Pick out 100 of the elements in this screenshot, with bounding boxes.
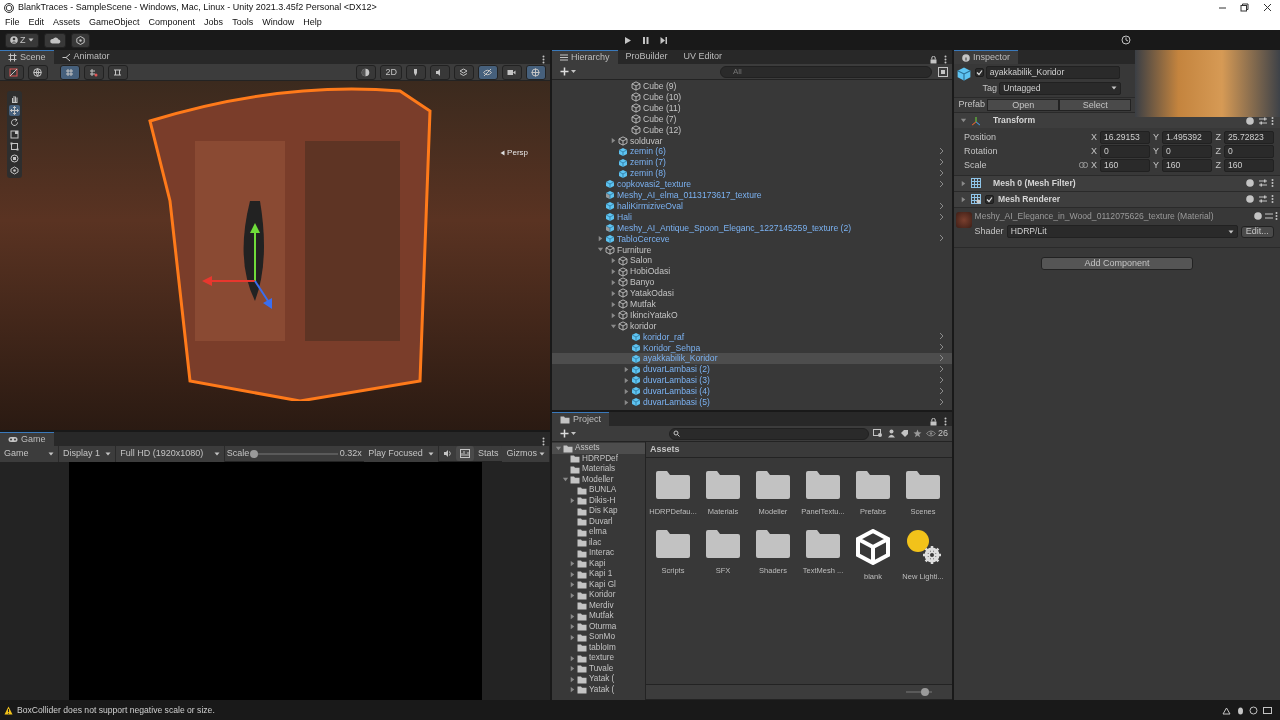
expand-arrow-icon[interactable]: [569, 665, 576, 673]
prefab-button[interactable]: Open: [987, 99, 1060, 111]
panel-tab[interactable]: Animator: [53, 50, 118, 64]
folder-tree-row[interactable]: Modeller: [552, 474, 645, 485]
expand-arrow-icon[interactable]: [569, 675, 576, 683]
visibility-button[interactable]: [478, 64, 498, 80]
window-icon[interactable]: [1262, 705, 1272, 715]
folder-tree-row[interactable]: Merdiv: [552, 600, 645, 611]
active-checkbox[interactable]: [974, 68, 984, 78]
folder-icon[interactable]: [905, 470, 941, 500]
folder-tree-row[interactable]: Oturma: [552, 621, 645, 632]
expand-arrow-icon[interactable]: [623, 398, 630, 406]
more-options-icon[interactable]: [1271, 179, 1274, 187]
folder-tree-row[interactable]: Yatak (: [552, 684, 645, 695]
shading-button[interactable]: [356, 64, 377, 80]
expand-arrow-icon[interactable]: [569, 581, 576, 589]
folder-tree-row[interactable]: Koridor: [552, 590, 645, 601]
expand-arrow-icon[interactable]: [960, 195, 967, 203]
shader-dropdown[interactable]: HDRP/Lit: [1006, 225, 1239, 239]
expand-arrow-icon[interactable]: [569, 623, 576, 631]
more-options-icon[interactable]: [1271, 116, 1274, 125]
expand-arrow-icon[interactable]: [562, 476, 569, 484]
more-options-icon[interactable]: [944, 417, 947, 426]
folder-tree-row[interactable]: Dis Kap: [552, 506, 645, 517]
scale-tool-icon[interactable]: [9, 129, 20, 140]
folder-tree-row[interactable]: texture: [552, 653, 645, 664]
hierarchy-row[interactable]: copkovasi2_texture: [552, 179, 952, 190]
menu-item[interactable]: Tools: [232, 15, 254, 30]
menu-item[interactable]: Window: [262, 15, 295, 30]
stats-toggle-button[interactable]: [455, 446, 474, 461]
pause-icon[interactable]: [640, 35, 650, 45]
expand-arrow-icon[interactable]: [610, 278, 617, 286]
hierarchy-row[interactable]: Mutfak: [552, 298, 952, 310]
menu-item[interactable]: Component: [148, 15, 196, 30]
status-message[interactable]: BoxCollider does not support negative scale or size.: [17, 703, 215, 717]
hierarchy-row[interactable]: YatakOdasi: [552, 287, 952, 299]
expand-arrow-icon[interactable]: [610, 289, 617, 297]
help-icon[interactable]: [1246, 116, 1254, 125]
menu-item[interactable]: GameObject: [89, 15, 140, 30]
search-by-type-icon[interactable]: [872, 429, 883, 438]
more-options-icon[interactable]: [944, 55, 947, 64]
unity-cube-icon[interactable]: [855, 529, 891, 566]
search-field[interactable]: All: [720, 65, 932, 78]
hierarchy-row[interactable]: Cube (9): [552, 81, 952, 92]
hierarchy-row[interactable]: haliKirmiziveOval: [552, 200, 952, 212]
folder-tree-row[interactable]: Kapi Gl: [552, 579, 645, 590]
number-field[interactable]: 160: [1162, 158, 1212, 172]
number-field[interactable]: 0: [1162, 144, 1212, 158]
expand-arrow-icon[interactable]: [610, 322, 617, 330]
panel-tab[interactable]: Inspector: [954, 50, 1019, 64]
folder-tree-row[interactable]: ilac: [552, 537, 645, 548]
folder-icon[interactable]: [705, 529, 741, 560]
folder-tree-row[interactable]: BUNLA: [552, 485, 645, 496]
name-field[interactable]: ayakkabilik_Koridor: [985, 66, 1120, 80]
sliders-icon[interactable]: [1258, 116, 1267, 125]
rect-tool-icon[interactable]: [9, 141, 20, 152]
expand-arrow-icon[interactable]: [610, 137, 617, 145]
folder-icon[interactable]: [705, 470, 741, 500]
hierarchy-row[interactable]: duvarLambasi (4): [552, 385, 952, 397]
hierarchy-row[interactable]: koridor: [552, 320, 952, 332]
global-button[interactable]: [28, 64, 48, 80]
prefab-button[interactable]: Select: [1059, 99, 1132, 111]
move-tool-icon[interactable]: [9, 105, 20, 116]
expand-arrow-icon[interactable]: [623, 387, 630, 395]
more-options-icon[interactable]: [1271, 195, 1274, 203]
folder-tree-row[interactable]: Materials: [552, 464, 645, 475]
increment-snap-button[interactable]: [84, 64, 104, 80]
expand-arrow-icon[interactable]: [569, 497, 576, 505]
material-name[interactable]: Meshy_AI_Elegance_in_Wood_0112075626_texture (Material): [974, 209, 1214, 223]
label-icon[interactable]: [899, 429, 909, 438]
hierarchy-row[interactable]: IkinciYatakO: [552, 309, 952, 321]
number-field[interactable]: 0: [1100, 144, 1150, 158]
hierarchy-row[interactable]: Cube (11): [552, 102, 952, 114]
hierarchy-row[interactable]: Koridor_Sehpa: [552, 342, 952, 354]
expand-arrow-icon[interactable]: [623, 366, 630, 374]
folder-tree-row[interactable]: Kapi 1: [552, 569, 645, 580]
history-icon[interactable]: [1121, 35, 1131, 45]
more-options-icon[interactable]: [1274, 212, 1278, 221]
sliders-icon[interactable]: [1264, 212, 1273, 221]
number-field[interactable]: 16.29153: [1100, 130, 1150, 144]
search-field[interactable]: [668, 427, 869, 440]
grid-button[interactable]: [108, 64, 128, 80]
folder-icon[interactable]: [755, 470, 791, 500]
component-title[interactable]: Mesh Renderer: [998, 192, 1061, 206]
expand-arrow-icon[interactable]: [569, 686, 576, 694]
folder-icon[interactable]: [755, 529, 791, 560]
hierarchy-row[interactable]: zemin (6): [552, 146, 952, 158]
hierarchy-row[interactable]: Cube (10): [552, 91, 952, 103]
folder-tree-row[interactable]: Mutfak: [552, 611, 645, 622]
more-options-icon[interactable]: [542, 55, 545, 64]
transform-tool-icon[interactable]: [9, 153, 20, 164]
expand-arrow-icon[interactable]: [623, 377, 630, 384]
folder-icon[interactable]: [655, 470, 691, 500]
expand-arrow-icon[interactable]: [960, 179, 967, 187]
expand-arrow-icon[interactable]: [569, 654, 576, 662]
lock-icon[interactable]: [929, 55, 937, 64]
camera-button[interactable]: [502, 64, 522, 80]
folder-icon[interactable]: [805, 470, 841, 500]
expand-arrow-icon[interactable]: [597, 235, 604, 243]
add-component-button[interactable]: Add Component: [1041, 256, 1193, 270]
